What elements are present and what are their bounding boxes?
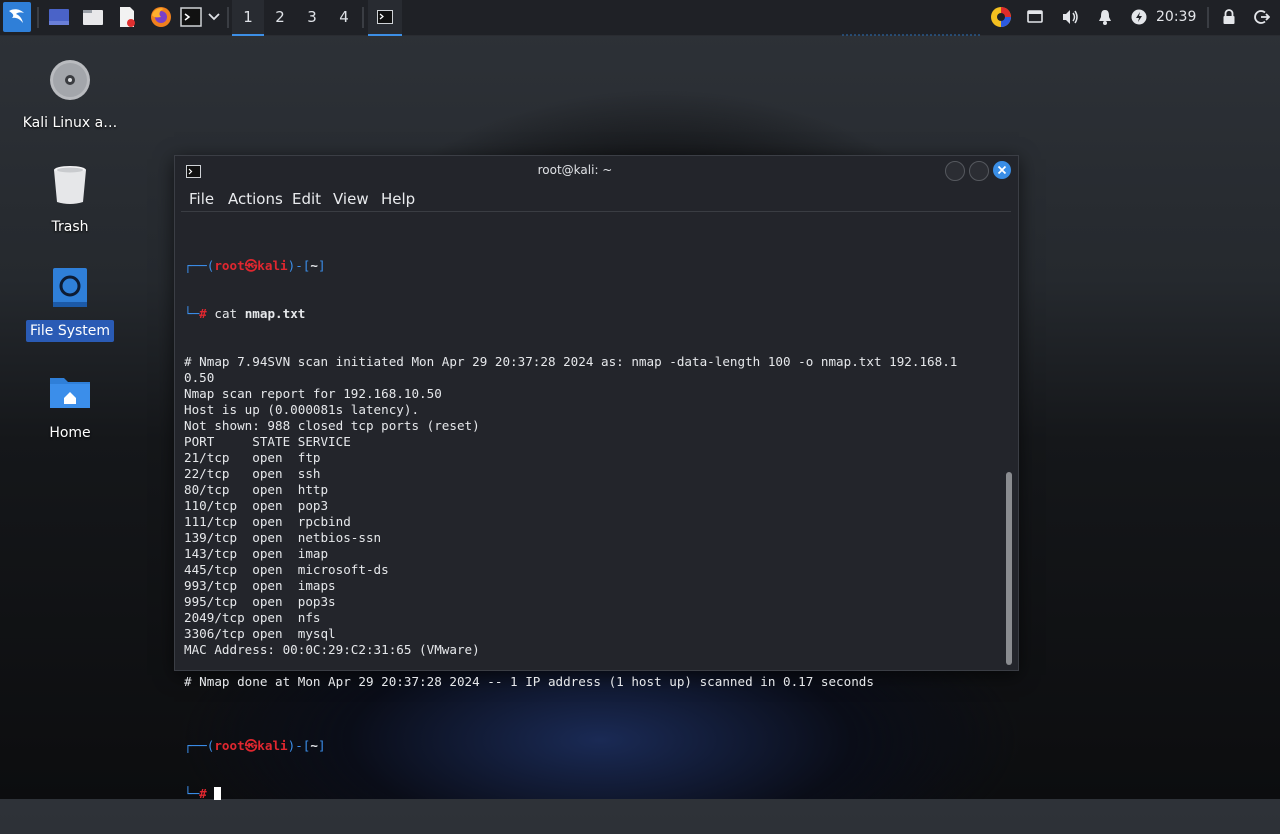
firefox-icon[interactable] (148, 4, 174, 30)
desktop-icon-kali-linux[interactable]: Kali Linux a… (15, 58, 125, 134)
top-panel: 1 2 3 4 20:39 (0, 0, 1280, 36)
output-line: 445/tcp open microsoft-ds (184, 562, 389, 577)
maximize-button[interactable] (969, 161, 989, 181)
desktop-icon-label: Home (49, 425, 91, 441)
volume-icon[interactable] (1058, 4, 1082, 30)
text-editor-icon[interactable] (115, 4, 139, 30)
output-line: 21/tcp open ftp (184, 450, 321, 465)
close-button[interactable] (993, 161, 1011, 179)
output-line: MAC Address: 00:0C:29:C2:31:65 (VMware) (184, 642, 480, 657)
panel-separator (37, 7, 39, 28)
output-line: Host is up (0.000081s latency). (184, 402, 420, 417)
workspace-3[interactable]: 3 (296, 0, 328, 34)
power-manager-icon[interactable] (1128, 4, 1150, 30)
disc-icon (50, 60, 90, 100)
output-line: Nmap scan report for 192.168.10.50 (184, 386, 442, 401)
panel-separator (362, 7, 364, 28)
trash-icon (54, 166, 86, 204)
command-line: └─# cat nmap.txt (184, 306, 306, 321)
notifications-icon[interactable] (1094, 4, 1116, 30)
desktop-icon-label: File System (25, 320, 115, 342)
wallpaper-detail (842, 24, 982, 36)
workspace-1[interactable]: 1 (232, 0, 264, 36)
desktop-icon-label: Kali Linux a… (22, 115, 118, 131)
command-output: # Nmap 7.94SVN scan initiated Mon Apr 29… (184, 354, 1004, 706)
output-line: # Nmap 7.94SVN scan initiated Mon Apr 29… (184, 354, 958, 369)
output-line: 139/tcp open netbios-ssn (184, 530, 382, 545)
output-line: 995/tcp open pop3s (184, 594, 336, 609)
output-line: PORT STATE SERVICE (184, 434, 351, 449)
prompt-line-2: ┌──(root㉿kali)-[~] (184, 738, 326, 753)
menu-help[interactable]: Help (381, 184, 415, 214)
show-desktop-icon[interactable] (46, 4, 72, 30)
output-line: 80/tcp open http (184, 482, 329, 497)
home-folder-icon (50, 378, 90, 408)
input-line[interactable]: └─# (184, 786, 1004, 802)
drive-icon (53, 268, 87, 307)
text-cursor (214, 787, 222, 800)
clock[interactable]: 20:39 (1156, 0, 1196, 34)
dropdown-icon[interactable] (205, 4, 223, 30)
prompt-line-1: ┌──(root㉿kali)-[~] (184, 258, 326, 273)
panel-separator (1207, 7, 1209, 28)
output-line: 22/tcp open ssh (184, 466, 321, 481)
close-icon (997, 165, 1007, 175)
window-title: root@kali: ~ (537, 163, 613, 177)
terminal-output[interactable]: ┌──(root㉿kali)-[~] └─# cat nmap.txt # Nm… (184, 226, 1004, 801)
logout-icon[interactable] (1251, 4, 1273, 30)
desktop-icon-home[interactable]: Home (15, 372, 125, 444)
menu-separator (181, 211, 1011, 212)
lock-icon[interactable] (1218, 4, 1240, 30)
menu-file[interactable]: File (189, 184, 214, 214)
terminal-icon[interactable] (179, 4, 203, 30)
output-line: 993/tcp open imaps (184, 578, 336, 593)
window-titlebar[interactable]: root@kali: ~ (175, 156, 1018, 184)
output-line: # Nmap done at Mon Apr 29 20:37:28 2024 … (184, 674, 874, 689)
output-line: 2049/tcp open nfs (184, 610, 321, 625)
desktop-icon-file-system[interactable]: File System (15, 266, 125, 342)
output-line: Not shown: 988 closed tcp ports (reset) (184, 418, 480, 433)
menu-bar: File Actions Edit View Help (175, 184, 1018, 214)
menu-edit[interactable]: Edit (292, 184, 321, 214)
output-line: 143/tcp open imap (184, 546, 329, 561)
output-line: 111/tcp open rpcbind (184, 514, 351, 529)
output-line: 0.50 (184, 370, 215, 385)
file-manager-icon[interactable] (80, 4, 106, 30)
workspace-2[interactable]: 2 (264, 0, 296, 34)
panel-separator (227, 7, 229, 28)
kali-menu-icon[interactable] (3, 2, 31, 32)
display-icon[interactable] (1024, 4, 1046, 30)
output-line: 110/tcp open pop3 (184, 498, 329, 513)
desktop-icon-trash[interactable]: Trash (15, 162, 125, 238)
desktop-icon-label: Trash (51, 219, 89, 235)
output-line: 3306/tcp open mysql (184, 626, 336, 641)
terminal-window[interactable]: root@kali: ~ File Actions Edit View Help… (174, 155, 1019, 801)
scrollbar-thumb[interactable] (1006, 472, 1012, 665)
menu-actions[interactable]: Actions (228, 184, 283, 214)
terminal-task-icon (377, 10, 393, 24)
workspace-4[interactable]: 4 (328, 0, 360, 34)
menu-view[interactable]: View (333, 184, 369, 214)
color-picker-icon[interactable] (989, 4, 1013, 30)
terminal-task-button[interactable] (368, 0, 402, 36)
minimize-button[interactable] (945, 161, 965, 181)
